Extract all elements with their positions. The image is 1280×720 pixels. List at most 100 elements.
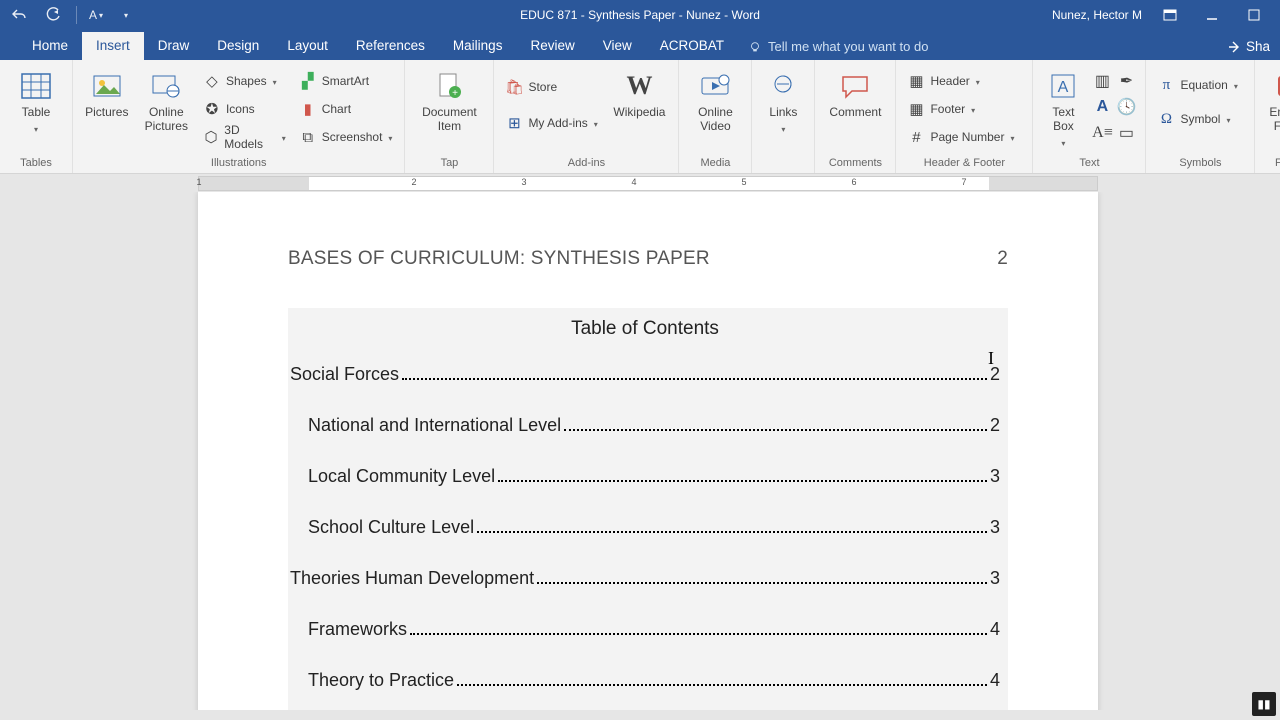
smartart-label: SmartArt: [322, 74, 369, 88]
page[interactable]: BASES OF CURRICULUM: SYNTHESIS PAPER 2 T…: [198, 192, 1098, 710]
links-button[interactable]: Links: [760, 68, 806, 134]
toc-page: 3: [990, 568, 1000, 589]
shapes-icon: ◇: [204, 73, 220, 89]
text-cursor-icon: [988, 348, 1000, 366]
title-bar: A▾ ▾ EDUC 871 - Synthesis Paper - Nunez …: [0, 0, 1280, 30]
my-addins-button[interactable]: ⊞My Add-ins: [502, 112, 602, 134]
tab-view[interactable]: View: [589, 32, 646, 60]
toc-text: Local Community Level: [308, 466, 495, 487]
tab-insert[interactable]: Insert: [82, 32, 144, 60]
toc-text: Theories Human Development: [290, 568, 534, 589]
date-time-button[interactable]: 🕓: [1115, 96, 1137, 118]
document-area[interactable]: BASES OF CURRICULUM: SYNTHESIS PAPER 2 T…: [0, 192, 1280, 710]
store-label: Store: [528, 80, 557, 94]
group-flash: f Embed Flash Flash: [1255, 60, 1280, 173]
wikipedia-label: Wikipedia: [613, 106, 665, 120]
tab-draw[interactable]: Draw: [144, 32, 204, 60]
document-item-icon: +: [433, 70, 465, 102]
toc-entry[interactable]: Social Forces2: [290, 364, 1000, 385]
header-label: Header: [930, 74, 969, 88]
smartart-icon: ▞: [300, 73, 316, 89]
table-button[interactable]: Table: [8, 68, 64, 134]
share-button[interactable]: Sha: [1216, 33, 1280, 60]
ruler-mark: 7: [961, 177, 966, 187]
group-label-symbols: Symbols: [1154, 157, 1246, 171]
comment-button[interactable]: Comment: [823, 68, 887, 120]
online-video-button[interactable]: Online Video: [687, 68, 743, 134]
toc-page: 2: [990, 415, 1000, 436]
window-title: EDUC 871 - Synthesis Paper - Nunez - Wor…: [520, 8, 760, 22]
document-item-button[interactable]: + Document Item: [413, 68, 485, 134]
tab-mailings[interactable]: Mailings: [439, 32, 517, 60]
chart-button[interactable]: ▮Chart: [296, 98, 397, 120]
chart-label: Chart: [322, 102, 351, 116]
toc-entry[interactable]: National and International Level2: [290, 415, 1000, 436]
store-icon: 🛍: [506, 79, 522, 95]
redo-button[interactable]: [42, 4, 64, 26]
pictures-button[interactable]: Pictures: [81, 68, 133, 120]
pause-button[interactable]: ▮▮: [1252, 692, 1276, 716]
toc-entry[interactable]: School Culture Level3: [290, 517, 1000, 538]
toc-entry[interactable]: Frameworks4: [290, 619, 1000, 640]
object-button[interactable]: ▭: [1115, 122, 1137, 144]
minimize-button[interactable]: [1198, 1, 1226, 29]
store-button[interactable]: 🛍 Store: [502, 76, 602, 98]
running-head-text: BASES OF CURRICULUM: SYNTHESIS PAPER: [288, 248, 710, 270]
text-box-button[interactable]: A Text Box: [1041, 68, 1085, 148]
equation-button[interactable]: πEquation: [1154, 74, 1246, 96]
toc-text: Theory to Practice: [308, 670, 454, 691]
tab-design[interactable]: Design: [203, 32, 273, 60]
toc-entry[interactable]: Local Community Level3: [290, 466, 1000, 487]
text-box-icon: A: [1047, 70, 1079, 102]
page-number-button[interactable]: #Page Number: [904, 126, 1024, 148]
user-name[interactable]: Nunez, Hector M: [1052, 8, 1142, 22]
ribbon-display-button[interactable]: [1156, 1, 1184, 29]
models-label: 3D Models: [224, 123, 275, 151]
tab-home[interactable]: Home: [18, 32, 82, 60]
online-pictures-button[interactable]: Online Pictures: [139, 68, 194, 134]
equation-label: Equation: [1180, 78, 1227, 92]
toc-entry[interactable]: Theories Human Development 3: [290, 568, 1000, 589]
embed-flash-button[interactable]: f Embed Flash: [1263, 68, 1280, 134]
tab-review[interactable]: Review: [516, 32, 588, 60]
ribbon-insert: Table Tables Pictures Online Pictures ◇S…: [0, 60, 1280, 174]
share-icon: [1226, 40, 1240, 54]
tab-acrobat[interactable]: ACROBAT: [646, 32, 738, 60]
header-button[interactable]: ▦Header: [904, 70, 1024, 92]
table-of-contents[interactable]: Table of Contents Social Forces2 Nationa…: [288, 308, 1008, 710]
group-label-media: Media: [687, 157, 743, 171]
horizontal-ruler[interactable]: 1 2 3 4 5 6 7: [0, 174, 1280, 192]
wikipedia-button[interactable]: W Wikipedia: [608, 68, 670, 120]
footer-button[interactable]: ▦Footer: [904, 98, 1024, 120]
toc-text: School Culture Level: [308, 517, 474, 538]
toc-title: Table of Contents: [290, 316, 1000, 340]
screenshot-button[interactable]: ⧉Screenshot: [296, 126, 397, 148]
signature-line-button[interactable]: ✒: [1115, 70, 1137, 92]
undo-button[interactable]: [8, 4, 30, 26]
page-number-icon: #: [908, 129, 924, 145]
tell-me-search[interactable]: Tell me what you want to do: [738, 33, 938, 60]
comment-label: Comment: [829, 106, 881, 120]
quick-parts-button[interactable]: ▥: [1091, 70, 1113, 92]
group-label-tap: Tap: [413, 157, 485, 171]
qat-more-button[interactable]: ▾: [115, 4, 137, 26]
toc-entry[interactable]: Theory to Practice 4: [290, 670, 1000, 691]
symbol-button[interactable]: ΩSymbol: [1154, 108, 1246, 130]
tab-references[interactable]: References: [342, 32, 439, 60]
wordart-button[interactable]: A: [1091, 96, 1113, 118]
addins-icon: ⊞: [506, 115, 522, 131]
icons-button[interactable]: ✪Icons: [200, 98, 290, 120]
header-page-number: 2: [997, 248, 1008, 270]
ruler-mark: 6: [851, 177, 856, 187]
maximize-button[interactable]: [1240, 1, 1268, 29]
font-quick-button[interactable]: A▾: [89, 4, 103, 26]
3d-models-button[interactable]: ⬡3D Models: [200, 126, 290, 148]
group-label-flash: Flash: [1263, 157, 1280, 171]
group-comments: Comment Comments: [815, 60, 896, 173]
shapes-button[interactable]: ◇Shapes: [200, 70, 290, 92]
online-pictures-icon: [150, 70, 182, 102]
toc-page: 4: [990, 670, 1000, 691]
smartart-button[interactable]: ▞ SmartArt: [296, 70, 397, 92]
drop-cap-button[interactable]: A≡: [1091, 122, 1113, 144]
tab-layout[interactable]: Layout: [273, 32, 342, 60]
